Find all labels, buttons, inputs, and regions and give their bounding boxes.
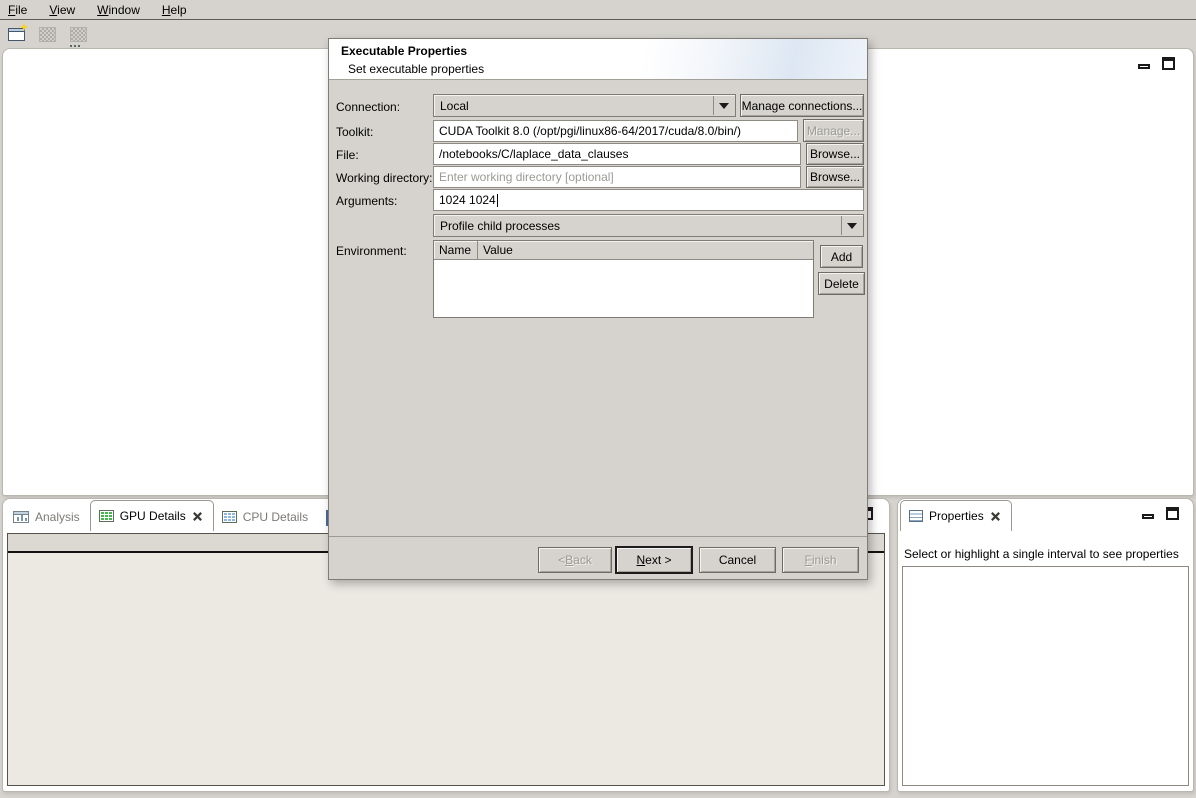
properties-view: Properties Select or highlight a single … bbox=[897, 498, 1194, 792]
environment-table-header: Name Value bbox=[434, 241, 813, 260]
new-session-button[interactable] bbox=[5, 24, 27, 44]
save-icon bbox=[39, 27, 56, 42]
maximize-icon[interactable] bbox=[1162, 57, 1175, 70]
manage-connections-button[interactable]: Manage connections... bbox=[740, 94, 864, 117]
menu-bar: File View Window Help bbox=[0, 0, 1196, 20]
dialog-subtitle: Set executable properties bbox=[348, 62, 484, 76]
toolkit-label: Toolkit: bbox=[336, 125, 373, 139]
browse-file-button[interactable]: Browse... bbox=[806, 143, 864, 165]
delete-environment-button[interactable]: Delete bbox=[818, 272, 865, 295]
file-value: /notebooks/C/laplace_data_clauses bbox=[439, 147, 628, 161]
gpu-details-icon bbox=[99, 510, 114, 522]
properties-content bbox=[902, 566, 1189, 786]
properties-icon bbox=[909, 510, 923, 522]
chevron-down-icon[interactable] bbox=[713, 96, 734, 115]
arguments-label: Arguments: bbox=[336, 194, 397, 208]
connection-label: Connection: bbox=[336, 100, 400, 114]
browse-working-directory-button[interactable]: Browse... bbox=[806, 166, 864, 188]
tab-gpu-details[interactable]: GPU Details bbox=[90, 500, 214, 531]
save-button-disabled bbox=[36, 24, 58, 44]
manage-toolkit-button: Manage... bbox=[803, 119, 864, 142]
environment-label: Environment: bbox=[336, 244, 407, 258]
arguments-field[interactable]: 1024 1024 bbox=[433, 189, 864, 211]
dropdown-dots-icon bbox=[70, 45, 84, 47]
environment-col-value[interactable]: Value bbox=[478, 241, 813, 259]
connection-select[interactable]: Local bbox=[433, 94, 736, 117]
save-all-button-disabled bbox=[67, 24, 89, 44]
cpu-details-icon bbox=[222, 511, 237, 523]
profile-children-value: Profile child processes bbox=[440, 219, 560, 233]
minimize-icon[interactable] bbox=[1138, 64, 1150, 69]
menu-view[interactable]: View bbox=[49, 3, 75, 17]
profile-children-select[interactable]: Profile child processes bbox=[433, 214, 864, 237]
next-button[interactable]: Next > bbox=[615, 546, 693, 574]
text-cursor bbox=[497, 194, 498, 207]
file-label: File: bbox=[336, 148, 359, 162]
working-directory-placeholder: Enter working directory [optional] bbox=[439, 170, 614, 184]
tab-properties-label: Properties bbox=[929, 509, 984, 523]
working-directory-label: Working directory: bbox=[336, 171, 432, 185]
environment-table[interactable]: Name Value bbox=[433, 240, 814, 318]
new-session-icon bbox=[8, 28, 25, 41]
tab-properties[interactable]: Properties bbox=[900, 500, 1012, 531]
working-directory-field[interactable]: Enter working directory [optional] bbox=[433, 166, 801, 188]
minimize-icon[interactable] bbox=[1142, 514, 1154, 519]
back-button: < Back bbox=[538, 547, 612, 573]
arguments-value: 1024 1024 bbox=[439, 193, 496, 207]
connection-value: Local bbox=[440, 99, 469, 113]
menu-file[interactable]: File bbox=[8, 3, 27, 17]
cancel-button[interactable]: Cancel bbox=[699, 547, 776, 573]
maximize-icon[interactable] bbox=[1166, 507, 1179, 520]
close-icon[interactable] bbox=[192, 511, 203, 522]
executable-properties-dialog: Executable Properties Set executable pro… bbox=[328, 38, 868, 580]
close-icon[interactable] bbox=[990, 511, 1001, 522]
dialog-banner: Executable Properties Set executable pro… bbox=[329, 39, 867, 80]
tab-analysis[interactable]: Analysis bbox=[5, 503, 90, 531]
menu-window[interactable]: Window bbox=[97, 3, 140, 17]
toolkit-value: CUDA Toolkit 8.0 (/opt/pgi/linux86-64/20… bbox=[439, 124, 741, 138]
analysis-icon bbox=[13, 511, 29, 523]
add-environment-button[interactable]: Add bbox=[820, 245, 863, 268]
chevron-down-icon[interactable] bbox=[841, 216, 862, 235]
dialog-title: Executable Properties bbox=[341, 44, 467, 58]
finish-button: Finish bbox=[782, 547, 859, 573]
environment-col-name[interactable]: Name bbox=[434, 241, 478, 259]
properties-tabstrip: Properties bbox=[900, 500, 1012, 531]
tab-analysis-label: Analysis bbox=[35, 510, 80, 524]
file-field[interactable]: /notebooks/C/laplace_data_clauses bbox=[433, 143, 801, 165]
properties-message: Select or highlight a single interval to… bbox=[904, 547, 1179, 561]
save-all-icon bbox=[70, 27, 87, 42]
menu-help[interactable]: Help bbox=[162, 3, 187, 17]
tab-cpu-details[interactable]: CPU Details bbox=[214, 503, 318, 531]
tab-gpu-details-label: GPU Details bbox=[120, 509, 186, 523]
tab-cpu-details-label: CPU Details bbox=[243, 510, 308, 524]
toolkit-field[interactable]: CUDA Toolkit 8.0 (/opt/pgi/linux86-64/20… bbox=[433, 120, 798, 142]
